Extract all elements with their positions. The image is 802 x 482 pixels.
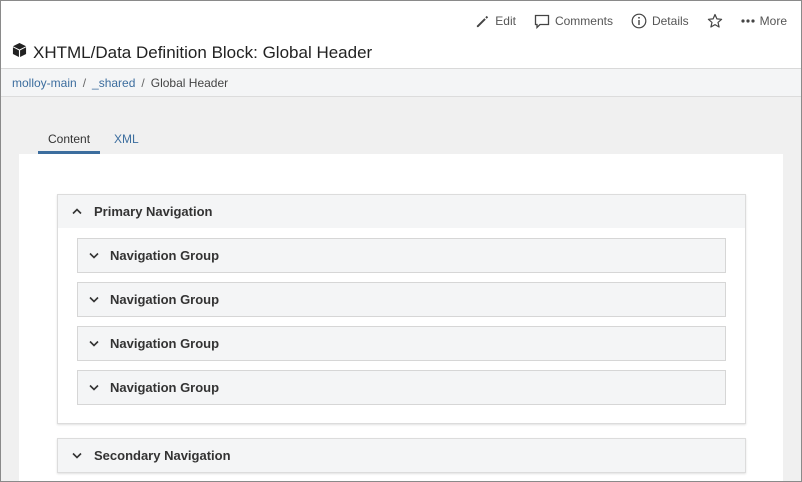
favorite-button[interactable] xyxy=(707,13,723,29)
content-panel: Primary Navigation Navigation Group Navi… xyxy=(19,154,783,481)
navigation-group[interactable]: Navigation Group xyxy=(77,370,726,405)
navigation-group[interactable]: Navigation Group xyxy=(77,238,726,273)
breadcrumb-separator: / xyxy=(82,75,87,90)
breadcrumb-item-folder[interactable]: _shared xyxy=(92,76,135,90)
section-label: Primary Navigation xyxy=(94,204,213,219)
edit-label: Edit xyxy=(495,14,516,28)
more-label: More xyxy=(759,14,787,28)
chevron-down-icon xyxy=(89,384,99,391)
secondary-navigation-header[interactable]: Secondary Navigation xyxy=(58,439,745,472)
chevron-down-icon xyxy=(89,252,99,259)
breadcrumb: molloy-main / _shared / Global Header xyxy=(1,69,801,97)
app-frame: Edit Comments Details More XHTML/Data De… xyxy=(0,0,802,482)
chevron-down-icon xyxy=(72,452,82,459)
action-toolbar: Edit Comments Details More xyxy=(457,11,787,31)
edit-button[interactable]: Edit xyxy=(475,14,516,29)
comments-button[interactable]: Comments xyxy=(534,14,613,29)
comments-label: Comments xyxy=(554,14,613,28)
navigation-group-label: Navigation Group xyxy=(110,292,220,307)
info-icon xyxy=(631,13,647,29)
navigation-group[interactable]: Navigation Group xyxy=(77,282,726,317)
tab-xml[interactable]: XML xyxy=(104,128,149,154)
more-button[interactable]: More xyxy=(741,14,787,28)
section-label: Secondary Navigation xyxy=(94,448,231,463)
comment-icon xyxy=(534,14,550,29)
pencil-icon xyxy=(475,14,490,29)
breadcrumb-separator: / xyxy=(141,75,145,90)
chevron-down-icon xyxy=(89,340,99,347)
breadcrumb-current: Global Header xyxy=(150,75,229,90)
breadcrumb-item-site[interactable]: molloy-main xyxy=(12,76,77,90)
navigation-group-label: Navigation Group xyxy=(110,248,220,263)
details-button[interactable]: Details xyxy=(631,13,689,29)
primary-navigation-header[interactable]: Primary Navigation xyxy=(58,195,745,228)
details-label: Details xyxy=(651,14,689,28)
primary-navigation-section: Primary Navigation Navigation Group Navi… xyxy=(57,194,746,424)
ellipsis-icon xyxy=(741,18,755,24)
chevron-up-icon xyxy=(72,208,82,215)
tab-content[interactable]: Content xyxy=(38,128,101,154)
page-title-text: XHTML/Data Definition Block: Global Head… xyxy=(33,42,373,62)
secondary-navigation-section: Secondary Navigation xyxy=(57,438,746,473)
navigation-group[interactable]: Navigation Group xyxy=(77,326,726,361)
chevron-down-icon xyxy=(89,296,99,303)
tab-bar: Content XML xyxy=(38,128,149,154)
top-bar: Edit Comments Details More XHTML/Data De… xyxy=(1,1,801,69)
star-icon xyxy=(707,13,723,29)
cube-icon xyxy=(12,42,27,63)
navigation-group-label: Navigation Group xyxy=(110,336,220,351)
page-title: XHTML/Data Definition Block: Global Head… xyxy=(12,42,372,63)
navigation-group-label: Navigation Group xyxy=(110,380,220,395)
